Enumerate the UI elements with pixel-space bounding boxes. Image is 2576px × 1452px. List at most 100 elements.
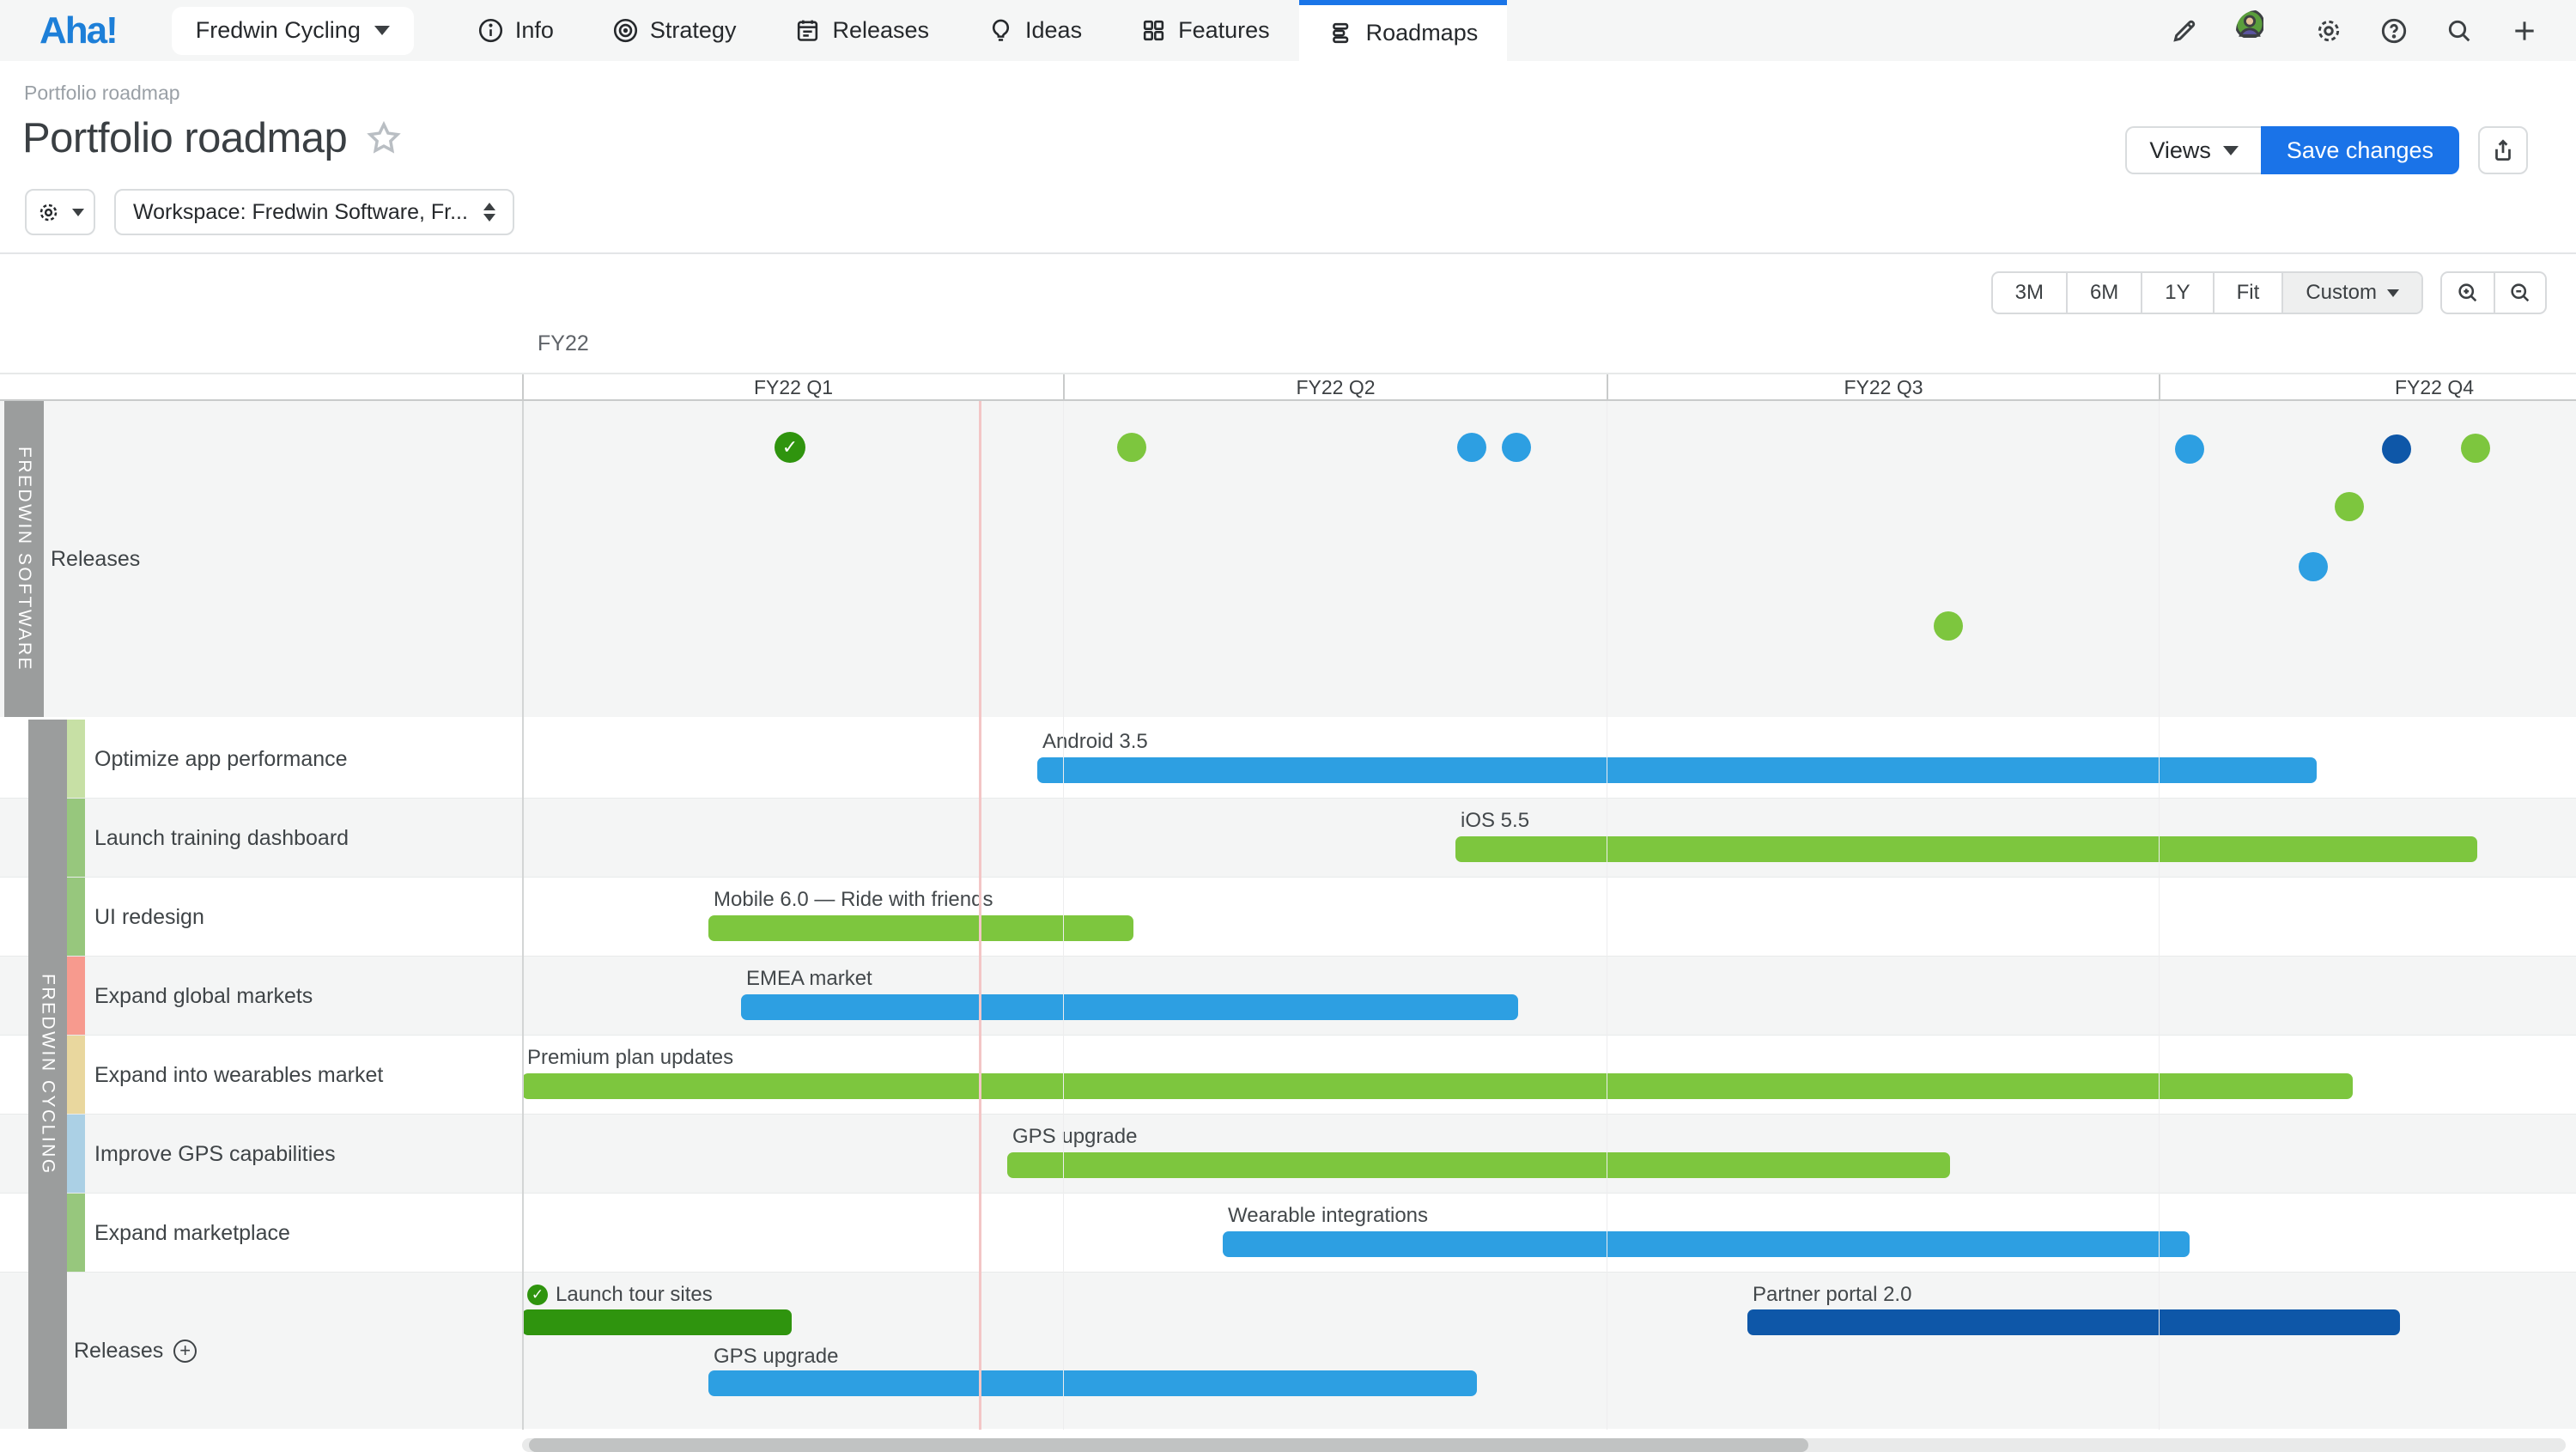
gantt-bar[interactable]	[522, 1073, 2353, 1099]
roadmap-settings-button[interactable]	[25, 189, 95, 235]
chevron-down-icon	[2223, 146, 2239, 155]
quarter-header-fy22-q1: FY22 Q1	[522, 374, 1063, 401]
bar-label: iOS 5.5	[1461, 809, 1529, 833]
page-title: Portfolio roadmap	[22, 114, 347, 162]
favorite-star-icon[interactable]	[366, 120, 402, 156]
zoom-out-button[interactable]	[2494, 273, 2545, 313]
chevron-down-icon	[374, 26, 390, 35]
quarter-header-fy22-q2: FY22 Q2	[1063, 374, 1607, 401]
row-color-stripe	[67, 1115, 85, 1194]
search-icon[interactable]	[2445, 17, 2473, 45]
gantt-bar[interactable]	[708, 1370, 1477, 1396]
cycling-releases-row	[0, 1273, 2576, 1429]
bar-label: Partner portal 2.0	[1753, 1283, 1911, 1307]
page-header: Portfolio roadmap Portfolio roadmap Work…	[0, 61, 2576, 254]
row-color-stripe	[67, 720, 85, 799]
milestone-dot[interactable]	[2175, 434, 2204, 464]
calendar-icon	[794, 17, 821, 44]
gear-icon[interactable]	[2315, 17, 2342, 45]
nav-item-label: Info	[515, 17, 554, 44]
preset-3m-button[interactable]: 3M	[1993, 273, 2068, 313]
row-label: Expand marketplace	[94, 1194, 290, 1273]
target-icon	[612, 17, 639, 44]
bar-label: GPS upgrade	[1012, 1125, 1137, 1149]
row-color-stripe	[67, 878, 85, 957]
lightbulb-icon	[987, 17, 1014, 44]
bar-label: EMEA market	[746, 967, 872, 991]
zoom-out-icon	[2508, 281, 2532, 305]
milestone-dot[interactable]	[2299, 552, 2328, 581]
quarter-header-fy22-q3: FY22 Q3	[1607, 374, 2159, 401]
nav-item-features[interactable]: Features	[1111, 0, 1299, 61]
row-color-stripe	[67, 799, 85, 878]
share-icon	[2490, 137, 2516, 163]
milestone-dot[interactable]	[1457, 433, 1486, 462]
preset-6m-button[interactable]: 6M	[2068, 273, 2142, 313]
nav-item-label: Strategy	[650, 17, 737, 44]
bar-label: Wearable integrations	[1228, 1204, 1428, 1228]
gantt-bar[interactable]	[708, 915, 1133, 941]
zoom-preset-group: 3M 6M 1Y Fit Custom	[1991, 271, 2423, 314]
nav-item-info[interactable]: Info	[448, 0, 583, 61]
bar-label: Android 3.5	[1042, 730, 1148, 754]
nav-item-label: Features	[1178, 17, 1270, 44]
workspace-filter-value: Workspace: Fredwin Software, Fr...	[133, 200, 468, 225]
help-icon[interactable]	[2380, 17, 2408, 45]
avatar[interactable]	[2236, 10, 2277, 52]
bar-label: Mobile 6.0 — Ride with friends	[714, 888, 993, 912]
today-line	[979, 401, 981, 1430]
gantt-bar[interactable]	[1007, 1152, 1950, 1178]
quarter-gridline	[1063, 401, 1064, 1430]
bar-label: GPS upgrade	[714, 1345, 838, 1369]
row-label: Expand into wearables market	[94, 1036, 383, 1115]
row-color-stripe	[67, 1036, 85, 1115]
milestone-dot[interactable]: ✓	[775, 432, 805, 463]
milestone-dot[interactable]	[2335, 492, 2364, 521]
workspace-switcher[interactable]: Fredwin Cycling	[172, 7, 414, 55]
milestone-dot[interactable]	[1502, 433, 1531, 462]
nav-item-roadmaps[interactable]: Roadmaps	[1299, 0, 1508, 61]
gantt-bar[interactable]	[1037, 757, 2317, 783]
milestone-dot[interactable]	[2382, 434, 2411, 464]
milestone-dot[interactable]	[1117, 433, 1146, 462]
milestone-dot[interactable]	[1934, 611, 1963, 641]
chevron-down-icon	[2387, 289, 2399, 297]
workspace-filter-select[interactable]: Workspace: Fredwin Software, Fr...	[114, 189, 514, 235]
milestone-dot[interactable]	[2461, 434, 2490, 463]
preset-custom-label: Custom	[2306, 281, 2377, 305]
nav-item-ideas[interactable]: Ideas	[958, 0, 1111, 61]
plus-icon[interactable]	[2511, 17, 2538, 45]
horizontal-scrollbar-thumb[interactable]	[529, 1438, 1808, 1452]
row-label: UI redesign	[94, 878, 204, 957]
roadmap-chart: Optimize app performanceAndroid 3.5Launc…	[0, 401, 2576, 1430]
gantt-bar[interactable]	[741, 994, 1518, 1020]
preset-1y-button[interactable]: 1Y	[2142, 273, 2214, 313]
row-label: Expand global markets	[94, 957, 313, 1036]
gantt-bar[interactable]	[522, 1309, 792, 1335]
preset-custom-button[interactable]: Custom	[2283, 273, 2421, 313]
fiscal-year-label: FY22	[538, 331, 589, 356]
share-button[interactable]	[2478, 126, 2528, 174]
software-releases-label: Releases	[51, 401, 140, 717]
save-changes-button[interactable]: Save changes	[2261, 126, 2459, 174]
views-label: Views	[2149, 137, 2211, 164]
breadcrumb[interactable]: Portfolio roadmap	[24, 82, 180, 105]
zoom-in-icon	[2456, 281, 2480, 305]
nav-item-releases[interactable]: Releases	[765, 0, 958, 61]
views-button[interactable]: Views	[2125, 126, 2261, 174]
nav-items: Info Strategy Releases Ideas Features Ro…	[448, 0, 1507, 61]
gantt-bar[interactable]	[1455, 836, 2477, 862]
pencil-icon[interactable]	[2171, 17, 2198, 45]
add-release-icon[interactable]: +	[173, 1340, 197, 1363]
gantt-bar[interactable]	[1223, 1231, 2190, 1257]
gantt-bar[interactable]	[1747, 1309, 2400, 1335]
zoom-in-button[interactable]	[2442, 273, 2494, 313]
nav-item-strategy[interactable]: Strategy	[583, 0, 766, 61]
workspace-band-fredwin-cycling: FREDWIN CYCLING	[28, 720, 67, 1429]
preset-fit-button[interactable]: Fit	[2215, 273, 2284, 313]
aha-logo[interactable]: Aha!	[39, 9, 117, 52]
bar-label: Premium plan updates	[527, 1046, 733, 1070]
quarter-header-fy22-q4: FY22 Q4	[2159, 374, 2576, 401]
row-color-stripe	[67, 1194, 85, 1273]
quarter-header-row: FY22 Q1FY22 Q2FY22 Q3FY22 Q4	[0, 373, 2576, 401]
